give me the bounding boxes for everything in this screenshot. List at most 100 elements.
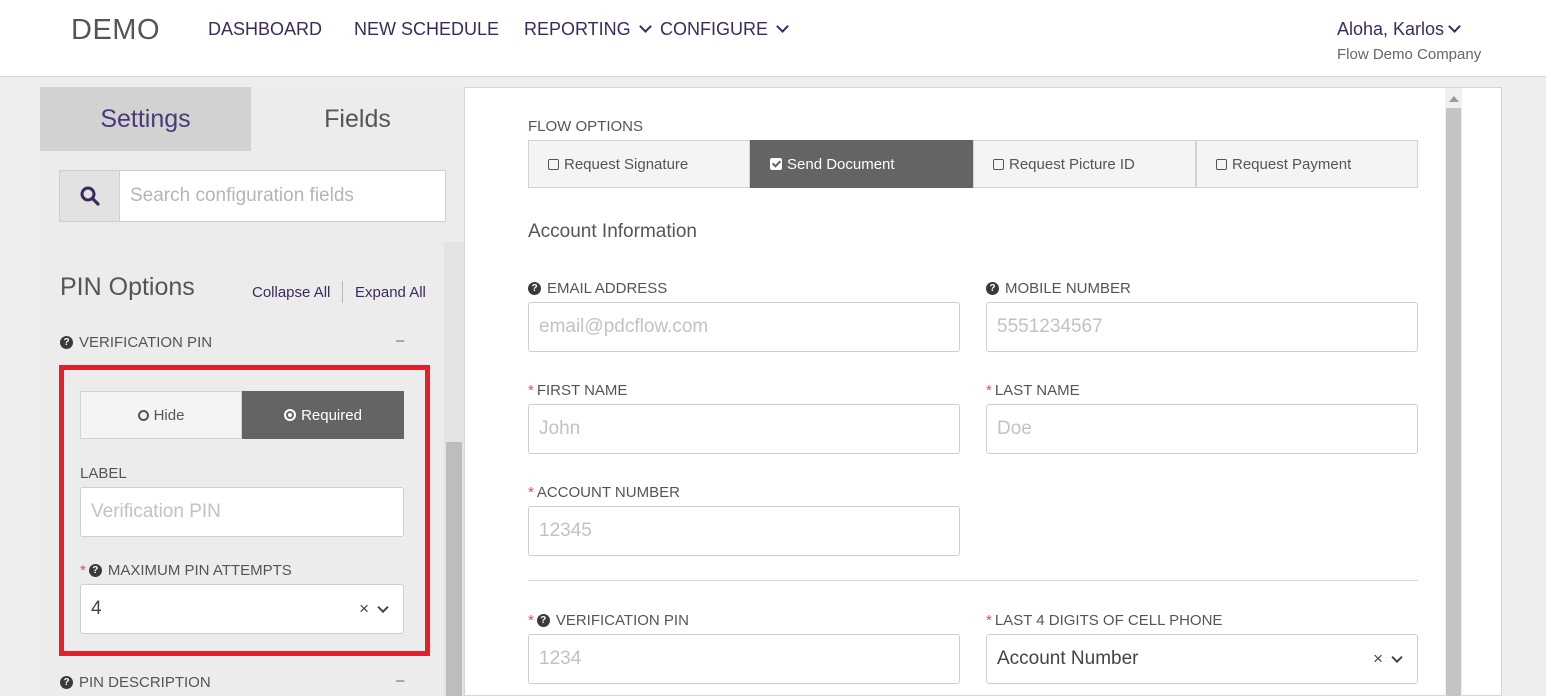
- user-name: Aloha, Karlos: [1337, 19, 1445, 39]
- last-name-label-text: LAST NAME: [994, 382, 1080, 399]
- max-attempts-select[interactable]: 4 ×: [80, 584, 404, 634]
- tab-fields[interactable]: Fields: [251, 87, 464, 151]
- nav-dashboard-label: DASHBOARD: [208, 19, 323, 39]
- mobile-label-text: MOBILE NUMBER: [1005, 280, 1131, 297]
- clear-icon[interactable]: ×: [359, 599, 369, 619]
- company-name: Flow Demo Company: [1337, 46, 1482, 63]
- flow-option-request-picture-id[interactable]: Request Picture ID: [973, 140, 1196, 188]
- left-scrollbar-thumb[interactable]: [446, 442, 462, 696]
- nav-reporting[interactable]: REPORTING: [524, 19, 654, 40]
- verification-pin-heading[interactable]: ? VERIFICATION PIN: [60, 334, 212, 351]
- section-divider: [528, 580, 1418, 581]
- max-attempts-caption-text: MAXIMUM PIN ATTEMPTS: [107, 562, 292, 579]
- collapse-pin-description[interactable]: –: [396, 672, 404, 689]
- nav-reporting-label: REPORTING: [524, 19, 631, 39]
- search-button[interactable]: [59, 170, 119, 222]
- radio-checked-icon: [284, 409, 297, 421]
- last-4-digits-label: * LAST 4 DIGITS OF CELL PHONE: [986, 612, 1222, 629]
- required-marker: *: [528, 382, 534, 399]
- help-icon[interactable]: ?: [88, 564, 102, 577]
- max-attempts-caption: * ? MAXIMUM PIN ATTEMPTS: [80, 562, 292, 579]
- verification-pin-label: * ? VERIFICATION PIN: [528, 612, 689, 629]
- pin-description-heading-label: PIN DESCRIPTION: [79, 674, 211, 691]
- toggle-required[interactable]: Required: [242, 391, 404, 439]
- chevron-down-icon[interactable]: [1391, 651, 1403, 664]
- account-information-title: Account Information: [528, 221, 697, 242]
- tab-settings[interactable]: Settings: [40, 87, 251, 151]
- last-name-label: * LAST NAME: [986, 382, 1080, 399]
- help-icon[interactable]: ?: [986, 282, 999, 295]
- account-number-label-text: ACCOUNT NUMBER: [536, 484, 680, 501]
- flow-option-label: Send Document: [787, 155, 895, 173]
- checkbox-empty-icon: [1216, 158, 1227, 170]
- verification-pin-field[interactable]: [528, 634, 960, 684]
- logo[interactable]: DEMO: [71, 14, 160, 47]
- help-icon[interactable]: ?: [528, 282, 541, 295]
- required-marker: *: [528, 484, 534, 501]
- last-4-digits-select[interactable]: Account Number ×: [986, 634, 1418, 684]
- search-icon: [80, 186, 100, 206]
- required-marker: *: [80, 562, 86, 579]
- search-input[interactable]: [119, 170, 446, 222]
- email-field[interactable]: [528, 302, 960, 352]
- nav-configure[interactable]: CONFIGURE: [660, 19, 791, 40]
- flow-option-send-document[interactable]: Send Document: [750, 140, 973, 188]
- collapse-verification-pin[interactable]: –: [396, 332, 404, 349]
- help-icon[interactable]: ?: [60, 676, 73, 689]
- required-marker: *: [528, 612, 534, 629]
- label-input[interactable]: [80, 487, 404, 537]
- right-scrollbar-thumb[interactable]: [1446, 108, 1461, 696]
- last-name-field[interactable]: [986, 404, 1418, 454]
- last-4-digits-label-text: LAST 4 DIGITS OF CELL PHONE: [994, 612, 1223, 629]
- scroll-up-arrow-icon[interactable]: [1449, 96, 1459, 102]
- collapse-all-link[interactable]: Collapse All: [252, 284, 330, 301]
- help-icon[interactable]: ?: [60, 336, 73, 349]
- nav-dashboard[interactable]: DASHBOARD: [208, 19, 322, 40]
- flow-option-label: Request Signature: [564, 155, 689, 173]
- verification-pin-heading-label: VERIFICATION PIN: [79, 334, 213, 351]
- user-menu[interactable]: Aloha, Karlos: [1337, 19, 1463, 40]
- mobile-label: ? MOBILE NUMBER: [986, 280, 1131, 297]
- email-label-text: EMAIL ADDRESS: [547, 280, 668, 297]
- left-config-panel: Settings Fields PIN Options Collapse All…: [40, 87, 464, 696]
- help-icon[interactable]: ?: [536, 614, 550, 627]
- toggle-hide-label: Hide: [153, 406, 185, 424]
- nav-new-schedule-label: NEW SCHEDULE: [354, 19, 500, 39]
- verification-pin-label-text: VERIFICATION PIN: [555, 612, 689, 629]
- chevron-down-icon: [776, 20, 789, 33]
- chevron-down-icon: [638, 20, 652, 33]
- checkbox-checked-icon: [770, 158, 782, 170]
- account-number-field[interactable]: [528, 506, 960, 556]
- flow-option-request-signature[interactable]: Request Signature: [528, 140, 750, 188]
- first-name-field[interactable]: [528, 404, 960, 454]
- toggle-required-label: Required: [301, 406, 362, 424]
- label-caption: LABEL: [80, 465, 127, 482]
- form-preview-panel: FLOW OPTIONS Request Signature Send Docu…: [464, 87, 1502, 696]
- clear-icon[interactable]: ×: [1373, 649, 1383, 669]
- chevron-down-icon: [1448, 20, 1461, 33]
- flow-options-label: FLOW OPTIONS: [528, 118, 644, 135]
- email-label: ? EMAIL ADDRESS: [528, 280, 667, 297]
- nav-new-schedule[interactable]: NEW SCHEDULE: [354, 19, 499, 40]
- account-number-label: * ACCOUNT NUMBER: [528, 484, 680, 501]
- first-name-label: * FIRST NAME: [528, 382, 627, 399]
- last-4-digits-value: Account Number: [997, 648, 1139, 669]
- top-navbar: DEMO DASHBOARD NEW SCHEDULE REPORTING CO…: [0, 0, 1546, 77]
- flow-option-request-payment[interactable]: Request Payment: [1196, 140, 1418, 188]
- flow-option-label: Request Picture ID: [1009, 155, 1135, 173]
- chevron-down-icon[interactable]: [377, 601, 389, 614]
- expand-all-link[interactable]: Expand All: [355, 284, 426, 301]
- required-marker: *: [986, 612, 992, 629]
- first-name-label-text: FIRST NAME: [536, 382, 628, 399]
- section-title: PIN Options: [60, 273, 195, 301]
- required-marker: *: [986, 382, 992, 399]
- radio-empty-icon: [137, 409, 149, 421]
- toggle-hide[interactable]: Hide: [80, 391, 242, 439]
- checkbox-empty-icon: [993, 158, 1004, 170]
- max-attempts-value: 4: [91, 598, 102, 619]
- checkbox-empty-icon: [548, 158, 559, 170]
- mobile-field[interactable]: [986, 302, 1418, 352]
- pin-description-heading[interactable]: ? PIN DESCRIPTION: [60, 674, 211, 691]
- flow-option-label: Request Payment: [1232, 155, 1352, 173]
- link-divider: [342, 281, 343, 303]
